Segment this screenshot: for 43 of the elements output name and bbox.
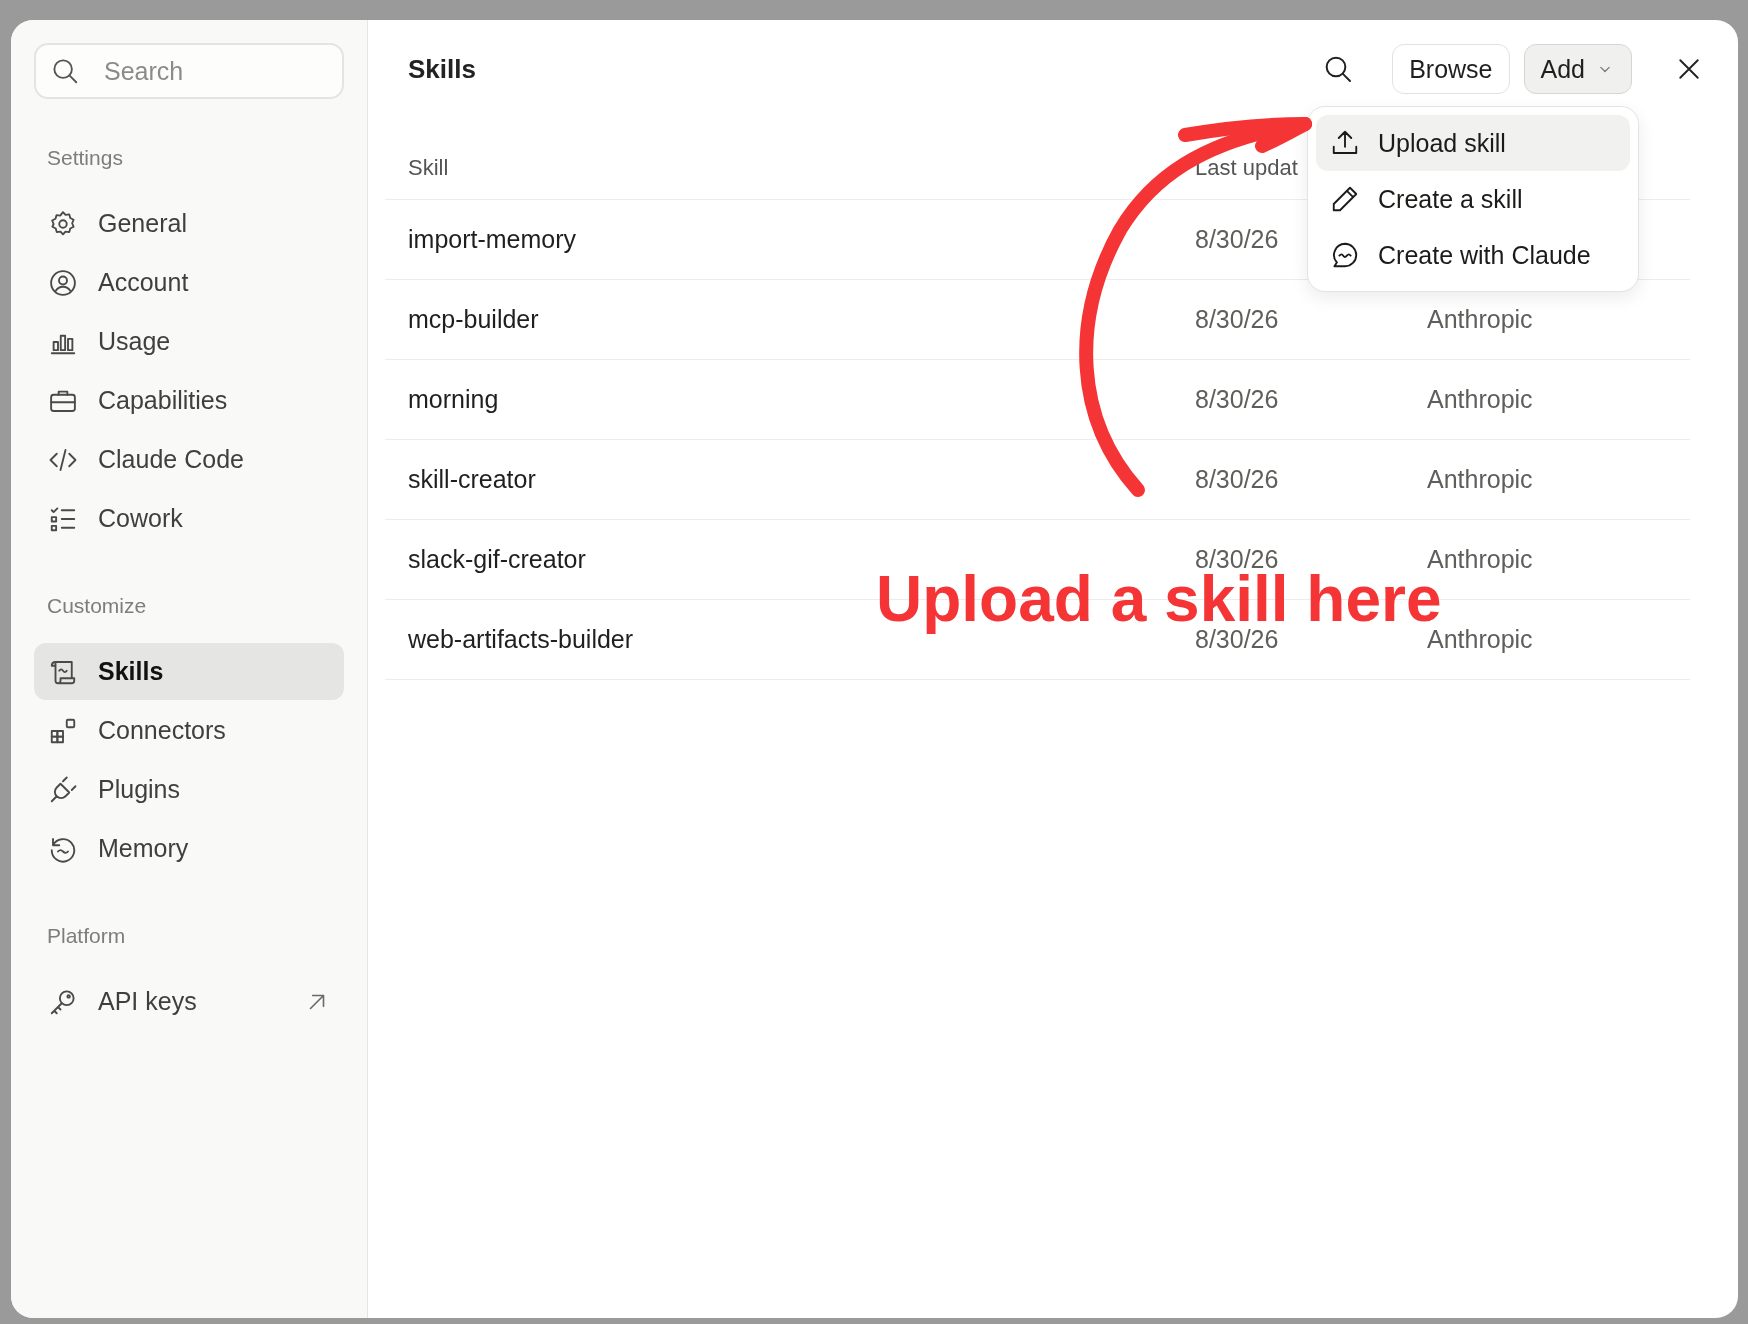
author-cell-text: Anthropic [1426, 305, 1533, 334]
pencil-icon [1330, 184, 1360, 214]
sidebar-item[interactable]: Plugins [34, 761, 344, 818]
skill-name: mcp-builder [407, 305, 540, 334]
sidebar-item[interactable]: Capabilities [34, 372, 344, 429]
date-cell-text: 8/30/26 [1194, 225, 1280, 254]
column-header: Skill [407, 154, 450, 181]
author-cell-text: Anthropic [1426, 465, 1533, 494]
skill-name: web-artifacts-builder [407, 625, 635, 654]
sidebar-item[interactable]: General [34, 195, 344, 252]
skill-name: import-memory [407, 225, 578, 254]
skill-name: skill-creator [407, 465, 537, 494]
date-cell-text: 8/30/26 [1194, 305, 1280, 334]
sidebar-item[interactable]: Cowork [34, 490, 344, 547]
plug-icon [48, 774, 78, 805]
user-circle-icon [48, 267, 78, 298]
sidebar-item[interactable]: Connectors [34, 702, 344, 759]
menu-item[interactable]: Upload skill [1316, 115, 1630, 171]
browse-button[interactable]: Browse [1392, 44, 1510, 94]
skill-name: slack-gif-creator [407, 545, 587, 574]
add-dropdown-button[interactable]: Add [1523, 44, 1632, 94]
date-cell-text: 8/30/26 [1194, 465, 1280, 494]
sidebar-item[interactable]: Usage [34, 313, 344, 370]
date-cell-text: 8/30/26 [1194, 625, 1280, 654]
sidebar-item[interactable]: Memory [34, 820, 344, 877]
page-title: Skills [407, 53, 476, 85]
skill-name: morning [407, 385, 500, 414]
section-heading: Platform [46, 924, 127, 948]
column-header: Last updat [1194, 154, 1299, 181]
author-cell-text: Anthropic [1426, 545, 1533, 574]
author-cell-text: Anthropic [1426, 385, 1533, 414]
menu-item[interactable]: Create with Claude [1316, 227, 1630, 283]
author-cell-text: Anthropic [1426, 625, 1533, 654]
search-field[interactable]: Search [34, 43, 344, 99]
sidebar-item[interactable]: Account [34, 254, 344, 311]
sidebar-item[interactable]: Skills [34, 643, 344, 700]
date-cell-text: 8/30/26 [1194, 385, 1280, 414]
section-heading: Settings [46, 146, 124, 170]
section-heading: Customize [46, 594, 148, 618]
sidebar-item[interactable]: Claude Code [34, 431, 344, 488]
menu-item[interactable]: Create a skill [1316, 171, 1630, 227]
sidebar-item[interactable]: API keys [34, 973, 344, 1030]
chat-bubble-icon [1330, 240, 1360, 270]
